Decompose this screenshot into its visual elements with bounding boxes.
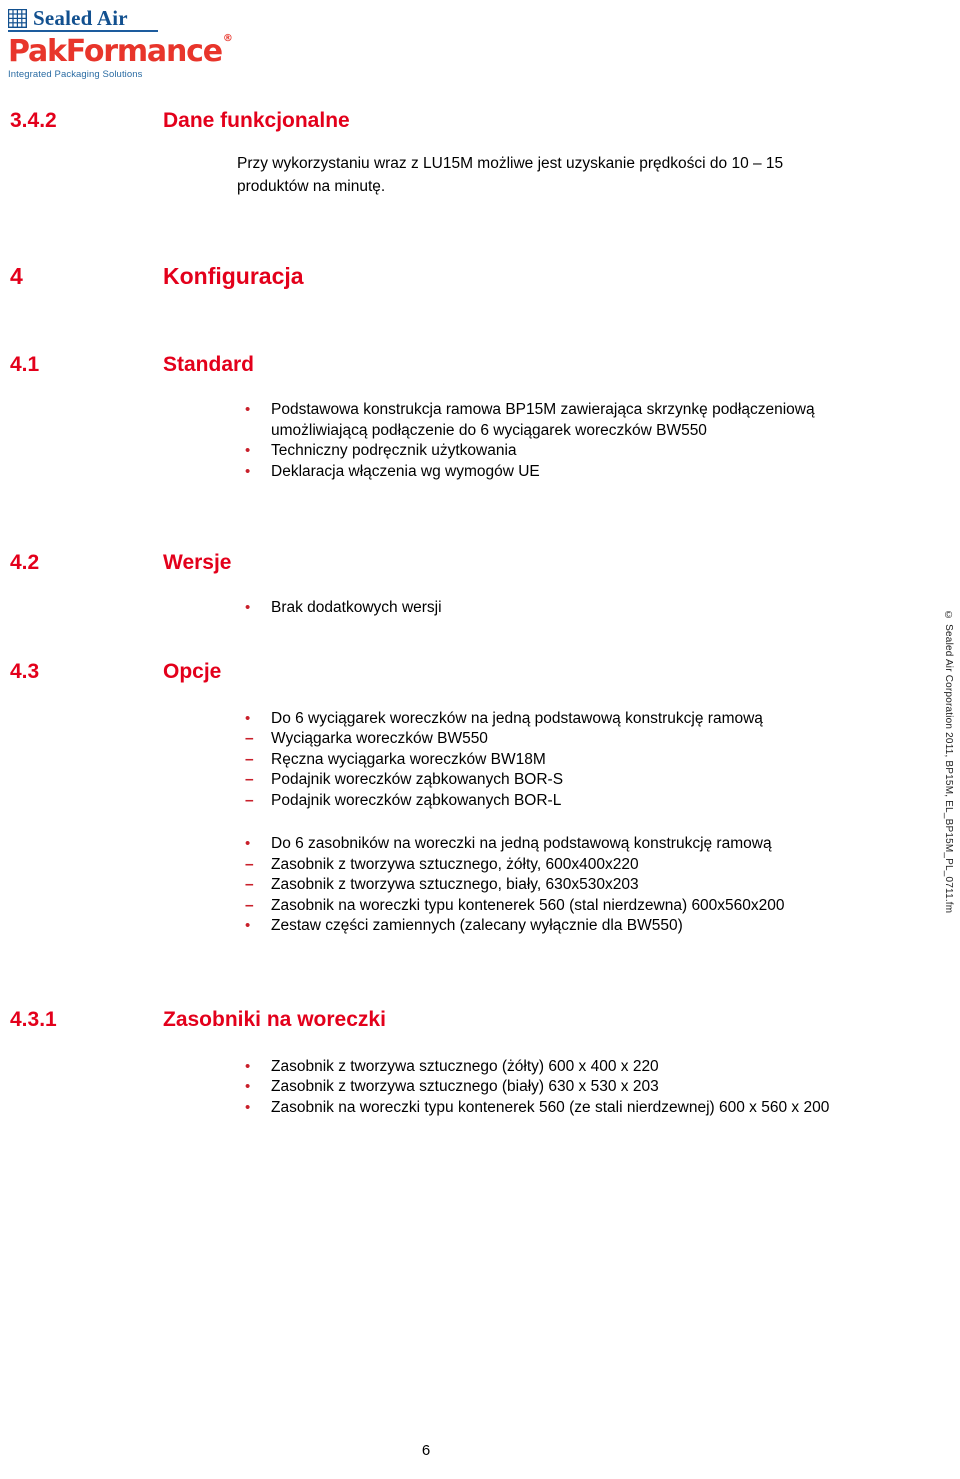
list-item-label: Ręczna wyciągarka woreczków BW18M [271,750,546,768]
list-item-label: Zasobnik z tworzywa sztucznego (żółty) 6… [271,1057,659,1075]
dash-icon: – [245,750,254,768]
opcje-group-one-sublist: – Wyciągarka woreczków BW550 – Ręczna wy… [237,729,897,811]
section-title: Wersje [163,551,232,574]
list-item: – Zasobnik na woreczki typu kontenerek 5… [237,896,897,917]
section-heading-standard: 4.1 Standard [0,352,960,378]
list-item: – Ręczna wyciągarka woreczków BW18M [237,750,897,771]
bullet-dot-icon: • [245,401,251,418]
section-heading-dane-funkcjonalne: 3.4.2 Dane funkcjonalne [0,108,960,134]
list-item: • Deklaracja włączenia wg wymogów UE [237,462,857,483]
bullet-dot-icon: • [245,462,251,480]
section-title: Dane funkcjonalne [163,109,350,132]
list-item: • Podstawowa konstrukcja ramowa BP15M za… [237,400,857,441]
section-heading-zasobniki: 4.3.1 Zasobniki na woreczki [0,1007,960,1033]
grid-icon [8,9,27,28]
bullet-dot-icon: • [245,442,251,459]
list-item-label: Podajnik woreczków ząbkowanych BOR-L [271,791,562,809]
list-item: • Zasobnik z tworzywa sztucznego (żółty)… [237,1057,897,1078]
section-title: Zasobniki na woreczki [163,1007,386,1031]
sealed-air-lockup: Sealed Air [8,6,158,32]
list-item: • Zasobnik z tworzywa sztucznego (biały)… [237,1077,897,1098]
section-number: 4.3.1 [10,1007,57,1031]
dash-icon: – [245,771,254,788]
section-number: 4.3 [10,659,40,683]
dane-funkcjonalne-paragraph: Przy wykorzystaniu wraz z LU15M możliwe … [237,155,784,195]
bullet-dot-icon: • [245,835,251,852]
section-title: Standard [163,353,255,376]
list-item: • Zestaw części zamiennych (zalecany wył… [237,916,897,937]
dash-icon: – [245,896,254,914]
wersje-bullet-list: • Brak dodatkowych wersji [237,598,857,619]
brand-logo-block: Sealed Air PakFormance® Integrated Packa… [8,6,308,81]
dash-icon: – [245,876,254,893]
list-item-label: Zasobnik z tworzywa sztucznego, biały, 6… [271,876,639,893]
zasobniki-content: • Zasobnik z tworzywa sztucznego (żółty)… [237,1057,897,1119]
list-item-label: Podstawowa konstrukcja ramowa BP15M zawi… [271,401,815,439]
bullet-dot-icon: • [245,1057,251,1075]
dane-funkcjonalne-content: Przy wykorzystaniu wraz z LU15M możliwe … [237,152,857,198]
bullet-dot-icon: • [245,709,251,727]
list-item-label: Brak dodatkowych wersji [271,599,442,616]
section-title: Konfiguracja [163,263,304,289]
list-item: – Wyciągarka woreczków BW550 [237,729,897,750]
dash-icon: – [245,730,254,747]
bullet-dot-icon: • [245,1098,251,1116]
list-item: – Podajnik woreczków ząbkowanych BOR-L [237,791,897,812]
list-item: • Brak dodatkowych wersji [237,598,857,619]
section-heading-opcje: 4.3 Opcje [0,659,960,685]
standard-content: • Podstawowa konstrukcja ramowa BP15M za… [237,400,857,482]
page-number: 6 [421,1442,431,1459]
list-item-label: Zasobnik na woreczki typu kontenerek 560… [271,896,785,914]
dash-icon: – [245,791,254,809]
list-item-label: Podajnik woreczków ząbkowanych BOR-S [271,771,564,788]
list-item-label: Deklaracja włączenia wg wymogów UE [271,462,540,480]
bullet-dot-icon: • [245,917,251,934]
bullet-dot-icon: • [245,599,251,616]
section-title: Opcje [163,659,222,683]
opcje-group-one: • Do 6 wyciągarek woreczków na jedną pod… [237,709,897,730]
section-heading-wersje: 4.2 Wersje [0,550,960,576]
list-item: • Do 6 zasobników na woreczki na jedną p… [237,834,897,855]
opcje-final-bullet-list: • Zestaw części zamiennych (zalecany wył… [237,916,897,937]
section-heading-konfiguracja: 4 Konfiguracja [0,262,960,290]
wersje-content: • Brak dodatkowych wersji [237,598,857,619]
list-item-label: Zasobnik z tworzywa sztucznego, żółty, 6… [271,855,639,873]
list-item: • Techniczny podręcznik użytkowania [237,441,857,462]
list-item: • Do 6 wyciągarek woreczków na jedną pod… [237,709,897,730]
list-item: – Podajnik woreczków ząbkowanych BOR-S [237,770,897,791]
list-item-label: Zasobnik z tworzywa sztucznego (biały) 6… [271,1078,659,1095]
registered-trademark-icon: ® [222,33,233,44]
dash-icon: – [245,855,254,873]
list-item: – Zasobnik z tworzywa sztucznego, żółty,… [237,855,897,876]
bullet-dot-icon: • [245,1078,251,1095]
list-item-label: Zestaw części zamiennych (zalecany wyłąc… [271,917,683,934]
sealed-air-wordmark: Sealed Air [33,6,128,30]
opcje-group-two: • Do 6 zasobników na woreczki na jedną p… [237,834,897,855]
list-item: • Zasobnik na woreczki typu kontenerek 5… [237,1098,897,1119]
standard-bullet-list: • Podstawowa konstrukcja ramowa BP15M za… [237,400,857,482]
section-number: 4.1 [10,353,40,376]
list-item: – Zasobnik z tworzywa sztucznego, biały,… [237,875,897,896]
list-item-label: Do 6 wyciągarek woreczków na jedną podst… [271,709,763,727]
zasobniki-bullet-list: • Zasobnik z tworzywa sztucznego (żółty)… [237,1057,897,1119]
list-item-label: Wyciągarka woreczków BW550 [271,730,488,747]
brand-tagline: Integrated Packaging Solutions [8,69,143,80]
section-number: 4.2 [10,551,40,574]
page-body: 3.4.2 Dane funkcjonalne Przy wykorzystan… [0,108,960,1118]
list-item-label: Do 6 zasobników na woreczki na jedną pod… [271,835,772,852]
pakformance-text: PakFormance [8,34,223,69]
list-item-label: Techniczny podręcznik użytkowania [271,442,517,459]
section-number: 3.4.2 [10,109,57,132]
opcje-group-two-sublist: – Zasobnik z tworzywa sztucznego, żółty,… [237,855,897,917]
section-number: 4 [10,263,23,289]
opcje-content: • Do 6 wyciągarek woreczków na jedną pod… [237,709,897,937]
pakformance-wordmark: PakFormance® [8,33,233,69]
list-item-label: Zasobnik na woreczki typu kontenerek 560… [271,1098,830,1116]
